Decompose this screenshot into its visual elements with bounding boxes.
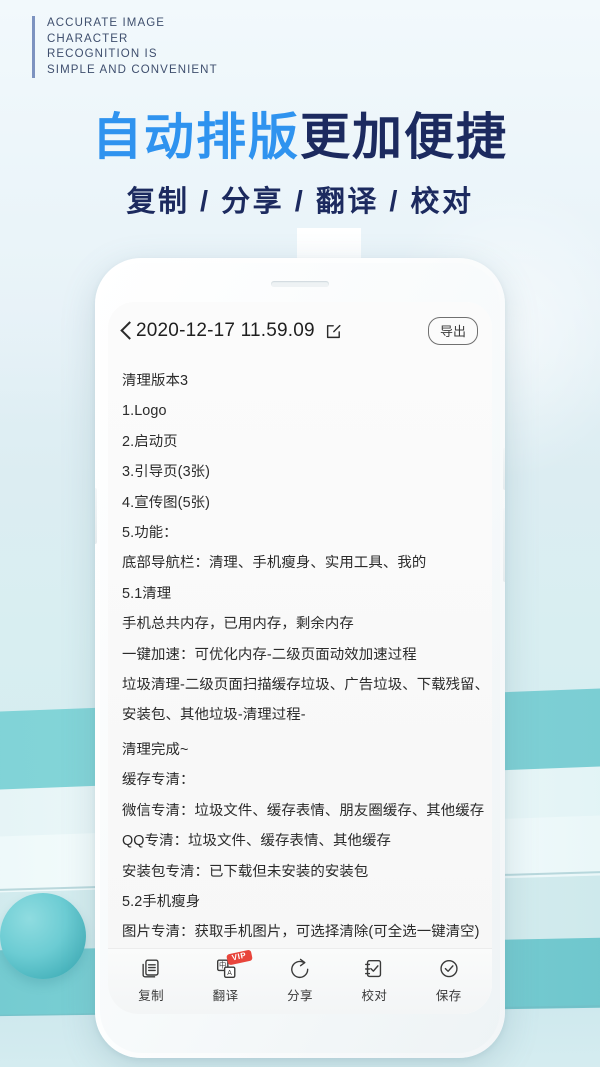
document-title: 2020-12-17 11.59.09 [136, 320, 315, 341]
doc-line: 图片专清：获取手机图片，可选择清除(可全选一键清空) [122, 924, 480, 941]
chevron-left-icon[interactable] [118, 318, 134, 344]
doc-line: 5.功能： [122, 525, 178, 542]
doc-line: 5.1清理 [122, 585, 172, 602]
eyebrow-line-1: ACCURATE IMAGE [47, 17, 166, 29]
eyebrow-line-2: CHARACTER [47, 32, 129, 45]
share-arrow-icon [288, 956, 312, 982]
doc-line: 安装包专清：已下载但未安装的安装包 [122, 863, 369, 880]
doc-line: QQ专清：垃圾文件、缓存表情、其他缓存 [122, 833, 391, 850]
phone-power-button [503, 508, 505, 582]
doc-line: 缓存专清： [122, 772, 195, 789]
proofread-check-icon [362, 956, 386, 982]
phone-device: 2020-12-17 11.59.09 导出 清理版本3 1.Logo 2.启动… [95, 258, 505, 1058]
toolbar-item-proofread[interactable]: 校对 [342, 956, 406, 1004]
doc-line: 底部导航栏：清理、手机瘦身、实用工具、我的 [122, 555, 427, 572]
toolbar-item-share[interactable]: 分享 [268, 956, 332, 1004]
bottom-toolbar: 复制 中 A VIP 翻译 分享 校对 保存 [108, 948, 492, 1014]
svg-text:A: A [227, 969, 232, 976]
decorative-sphere [0, 893, 86, 979]
headline: 自动排版更加便捷 [0, 108, 600, 166]
toolbar-item-save[interactable]: 保存 [417, 956, 481, 1004]
doc-line: 安装包、其他垃圾-清理过程- [122, 707, 306, 724]
toolbar-label: 保存 [435, 988, 462, 1003]
export-button[interactable]: 导出 [427, 317, 478, 345]
svg-text:中: 中 [219, 960, 226, 969]
headline-rest: 更加便捷 [300, 109, 508, 165]
toolbar-label: 翻译 [212, 988, 239, 1003]
eyebrow-caption: ACCURATE IMAGE CHARACTER RECOGNITION IS … [32, 16, 218, 78]
doc-line: 4.宣传图(5张) [122, 494, 211, 511]
copy-documents-icon [139, 956, 163, 982]
subheadline: 复制 / 分享 / 翻译 / 校对 [126, 186, 474, 218]
vip-badge: VIP [226, 949, 253, 965]
doc-line: 垃圾清理-二级页面扫描缓存垃圾、广告垃圾、下载残留、 [122, 677, 490, 694]
doc-line: 一键加速：可优化内存-二级页面动效加速过程 [122, 646, 417, 663]
toolbar-item-copy[interactable]: 复制 [119, 956, 183, 1004]
eyebrow-line-3: RECOGNITION IS [47, 48, 158, 60]
doc-line: 1.Logo [122, 403, 167, 420]
doc-line: 清理版本3 [122, 373, 189, 389]
eyebrow-line-4: SIMPLE AND CONVENIENT [47, 63, 218, 76]
app-bar: 2020-12-17 11.59.09 导出 [108, 302, 492, 360]
toolbar-item-translate[interactable]: 中 A VIP 翻译 [194, 949, 258, 1004]
phone-screen: 2020-12-17 11.59.09 导出 清理版本3 1.Logo 2.启动… [108, 302, 492, 1014]
headline-highlight: 自动排版 [92, 109, 300, 165]
doc-line: 2.启动页 [122, 433, 178, 450]
promo-poster: ACCURATE IMAGE CHARACTER RECOGNITION IS … [0, 0, 600, 1067]
doc-line: 微信专清：垃圾文件、缓存表情、朋友圈缓存、其他缓存 [122, 802, 485, 819]
toolbar-label: 分享 [287, 988, 313, 1003]
phone-left-button [95, 488, 97, 544]
phone-earpiece [271, 281, 329, 287]
save-check-circle-icon [437, 956, 461, 982]
phone-volume-button [503, 448, 505, 490]
toolbar-label: 校对 [361, 988, 388, 1003]
edit-pencil-icon[interactable] [324, 322, 343, 341]
doc-line: 3.引导页(3张) [122, 464, 211, 481]
doc-line: 手机总共内存，已用内存，剩余内存 [122, 616, 354, 633]
document-text-area[interactable]: 清理版本3 1.Logo 2.启动页 3.引导页(3张) 4.宣传图(5张) 5… [108, 360, 492, 948]
toolbar-label: 复制 [138, 988, 165, 1003]
doc-line: 5.2手机瘦身 [122, 893, 201, 910]
doc-line: 清理完成~ [122, 741, 189, 758]
